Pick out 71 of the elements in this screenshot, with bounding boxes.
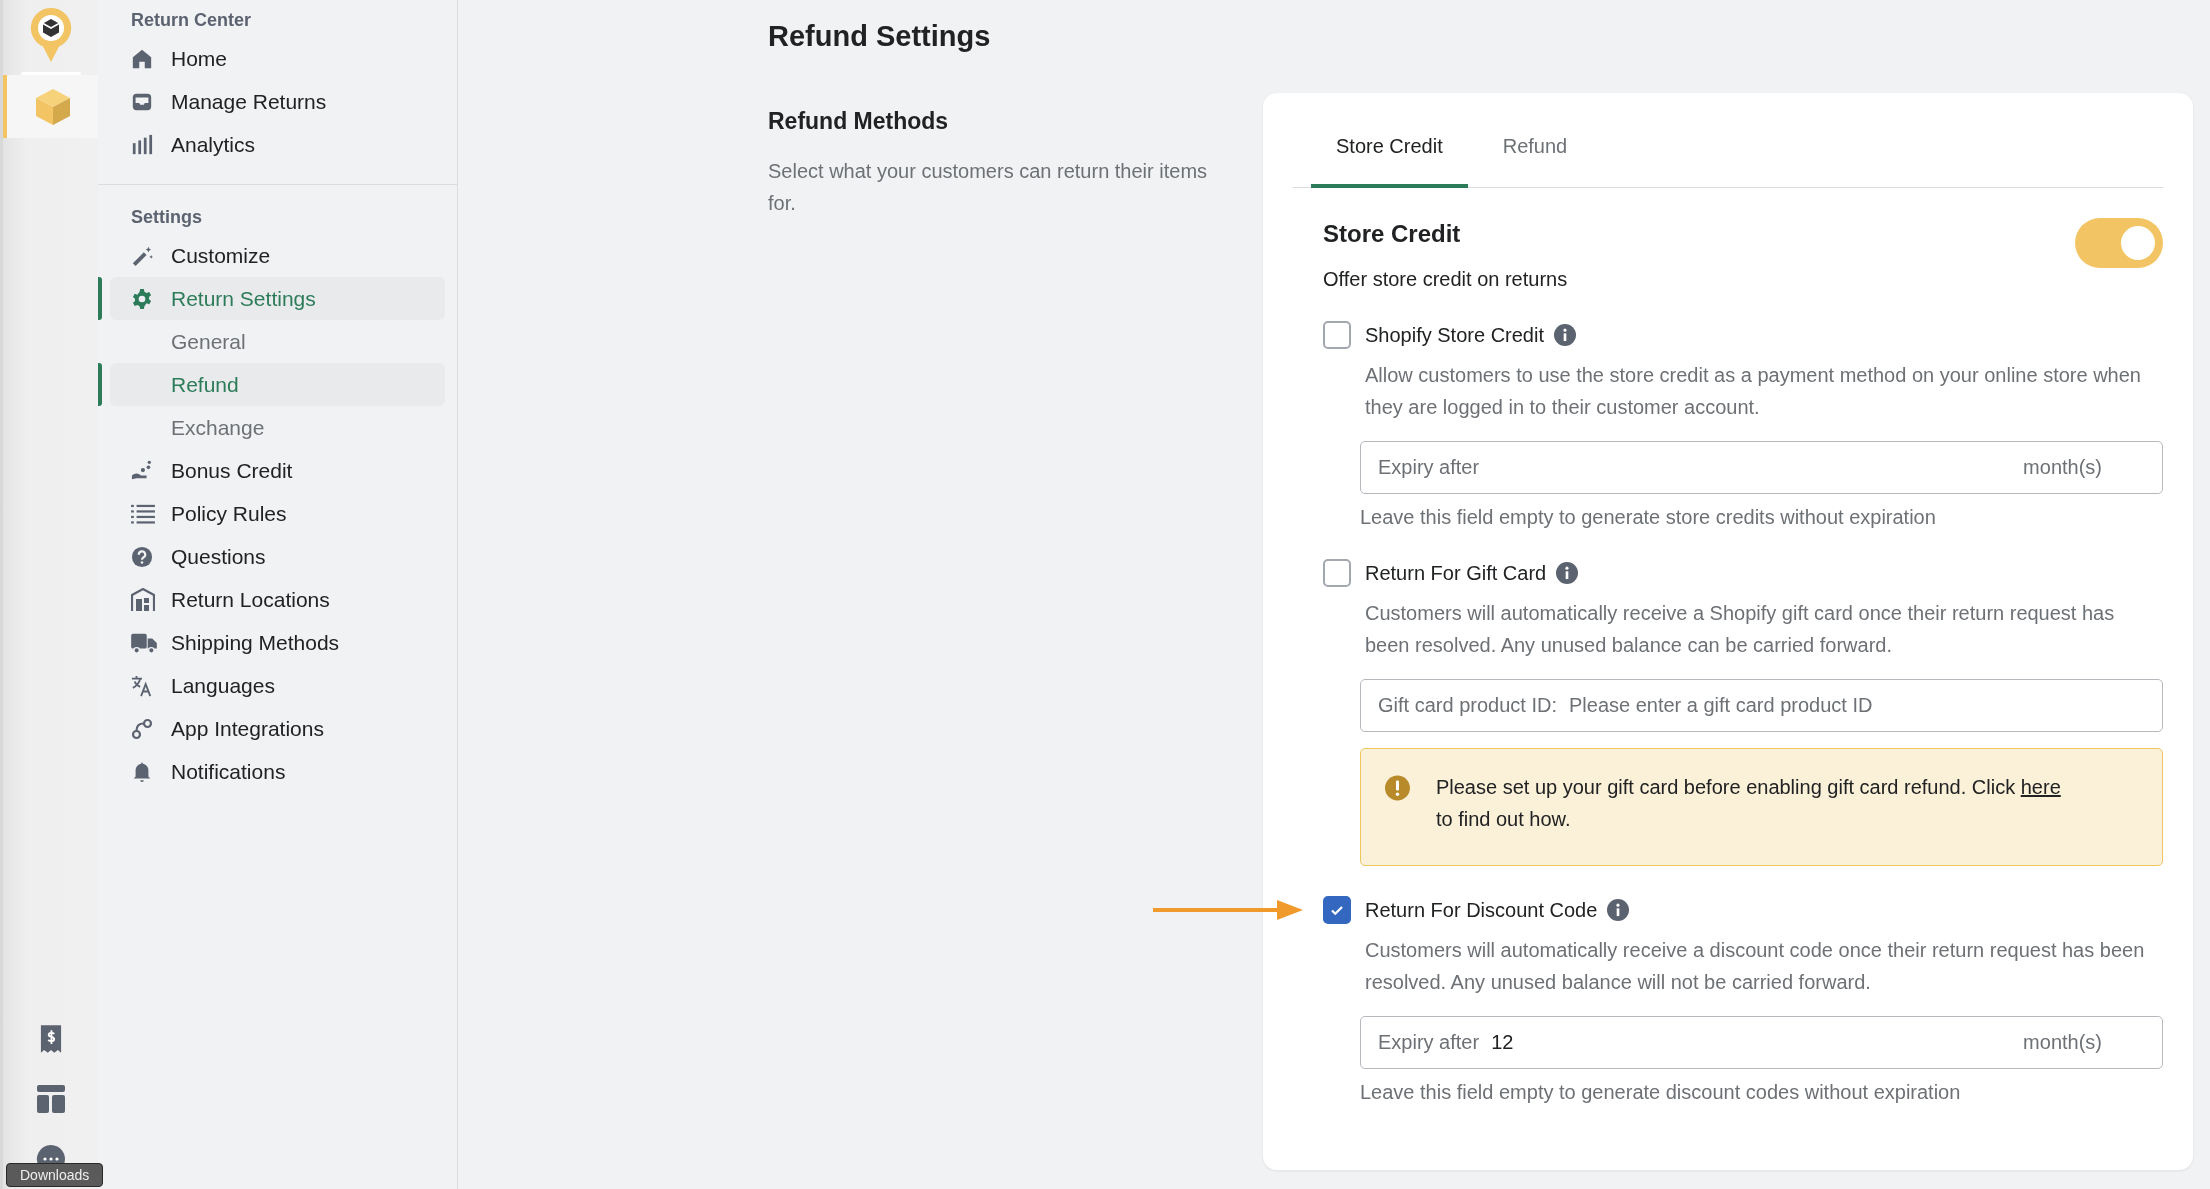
sidebar-item[interactable]: Analytics: [110, 123, 445, 166]
field-label: Expiry after: [1378, 456, 1480, 479]
option-label: Return For Discount Code: [1365, 898, 1598, 922]
section-title: Refund Methods: [768, 107, 950, 135]
panel-subtitle: Offer store credit on returns: [1323, 268, 1568, 291]
field-label: Expiry after: [1378, 1031, 1480, 1054]
sidebar-item[interactable]: Manage Returns: [110, 80, 445, 123]
field-hint: Leave this field empty to generate discount codes without expiration: [1360, 1081, 1962, 1104]
input-field[interactable]: Expiry after month(s): [1360, 441, 2163, 494]
sidebar-item[interactable]: Return Locations: [110, 578, 445, 621]
list-icon: [131, 502, 155, 525]
coins-hand-icon: [131, 459, 153, 482]
checkbox[interactable]: [1323, 896, 1351, 924]
sidebar-item[interactable]: Bonus Credit: [110, 449, 445, 492]
tab[interactable]: Refund: [1477, 93, 1593, 188]
warning-icon: [1385, 773, 1410, 803]
sidebar-item[interactable]: Notifications: [110, 750, 445, 793]
option-description: Allow customers to use the store credit as a payment method on your online store when they are logged in to their customer account.: [1365, 363, 2142, 420]
sidebar-item[interactable]: Customize: [110, 234, 445, 277]
selection-indicator: [98, 277, 102, 320]
sidebar-item[interactable]: Languages: [110, 664, 445, 707]
section-heading: Settings: [130, 206, 203, 229]
layout-icon[interactable]: [36, 1085, 65, 1113]
cube-icon: [34, 87, 71, 126]
text-input[interactable]: Please enter a gift card product ID: [1568, 694, 2102, 717]
input-field[interactable]: Expiry after 12 month(s): [1360, 1016, 2163, 1069]
logo-icon[interactable]: [28, 6, 73, 64]
selection-indicator: [98, 363, 102, 406]
sidebar-subitem[interactable]: Exchange: [110, 406, 445, 449]
checkbox[interactable]: [1323, 559, 1351, 587]
option-label: Return For Gift Card: [1365, 561, 1547, 585]
translate-icon: [131, 674, 153, 697]
receipt-icon[interactable]: [39, 1024, 62, 1054]
input-field[interactable]: Gift card product ID: Please enter a gift card product ID: [1360, 679, 2163, 732]
sidebar-item[interactable]: Questions: [110, 535, 445, 578]
panel-title: Store Credit: [1323, 220, 1462, 248]
sidebar-item[interactable]: Policy Rules: [110, 492, 445, 535]
info-icon[interactable]: [1556, 562, 1579, 584]
home-icon: [131, 47, 153, 70]
warning-message: Please set up your gift card before enabling gift card refund. Click here to find out how.: [1435, 775, 2062, 832]
option-description: Customers will automatically receive a Shopify gift card once their return request has been resolved. Any unused balance can be carried forward.: [1365, 601, 2116, 658]
gear-icon: [131, 287, 153, 310]
truck-icon: [131, 631, 157, 654]
sidebar-item[interactable]: App Integrations: [110, 707, 445, 750]
help-link[interactable]: here: [2020, 776, 2061, 798]
bar-chart-icon: [131, 133, 153, 156]
sidebar-subitem[interactable]: General: [110, 320, 445, 363]
field-suffix: month(s): [2023, 456, 2102, 479]
checkbox[interactable]: [1323, 321, 1351, 349]
tab[interactable]: Store Credit: [1311, 93, 1468, 188]
link-icon: [131, 717, 153, 740]
tooltip: Downloads: [6, 1163, 104, 1187]
text-input[interactable]: 12: [1491, 1031, 2024, 1054]
field-label: Gift card product ID:: [1378, 694, 1557, 717]
sidebar-item[interactable]: Return Settings: [110, 277, 445, 320]
question-icon: [131, 545, 153, 568]
toggle-switch[interactable]: [2075, 218, 2163, 268]
magic-wand-icon: [131, 244, 153, 267]
option-label: Shopify Store Credit: [1365, 323, 1544, 347]
info-icon[interactable]: [1607, 899, 1630, 921]
warehouse-icon: [131, 587, 155, 612]
option-description: Customers will automatically receive a discount code once their return request has been resolved. Any unused balance will not be carried forward.: [1365, 938, 2145, 995]
sidebar-item[interactable]: Shipping Methods: [110, 621, 445, 664]
section-description: Select what your customers can return their items for.: [768, 158, 1208, 216]
info-icon[interactable]: [1554, 324, 1576, 346]
page-title: Refund Settings: [768, 19, 992, 54]
field-hint: Leave this field empty to generate store credits without expiration: [1360, 506, 1937, 529]
section-heading: Return Center: [130, 9, 252, 32]
sidebar-item[interactable]: Home: [110, 37, 445, 80]
sidebar-subitem[interactable]: Refund: [110, 363, 445, 406]
field-suffix: month(s): [2023, 1031, 2102, 1054]
